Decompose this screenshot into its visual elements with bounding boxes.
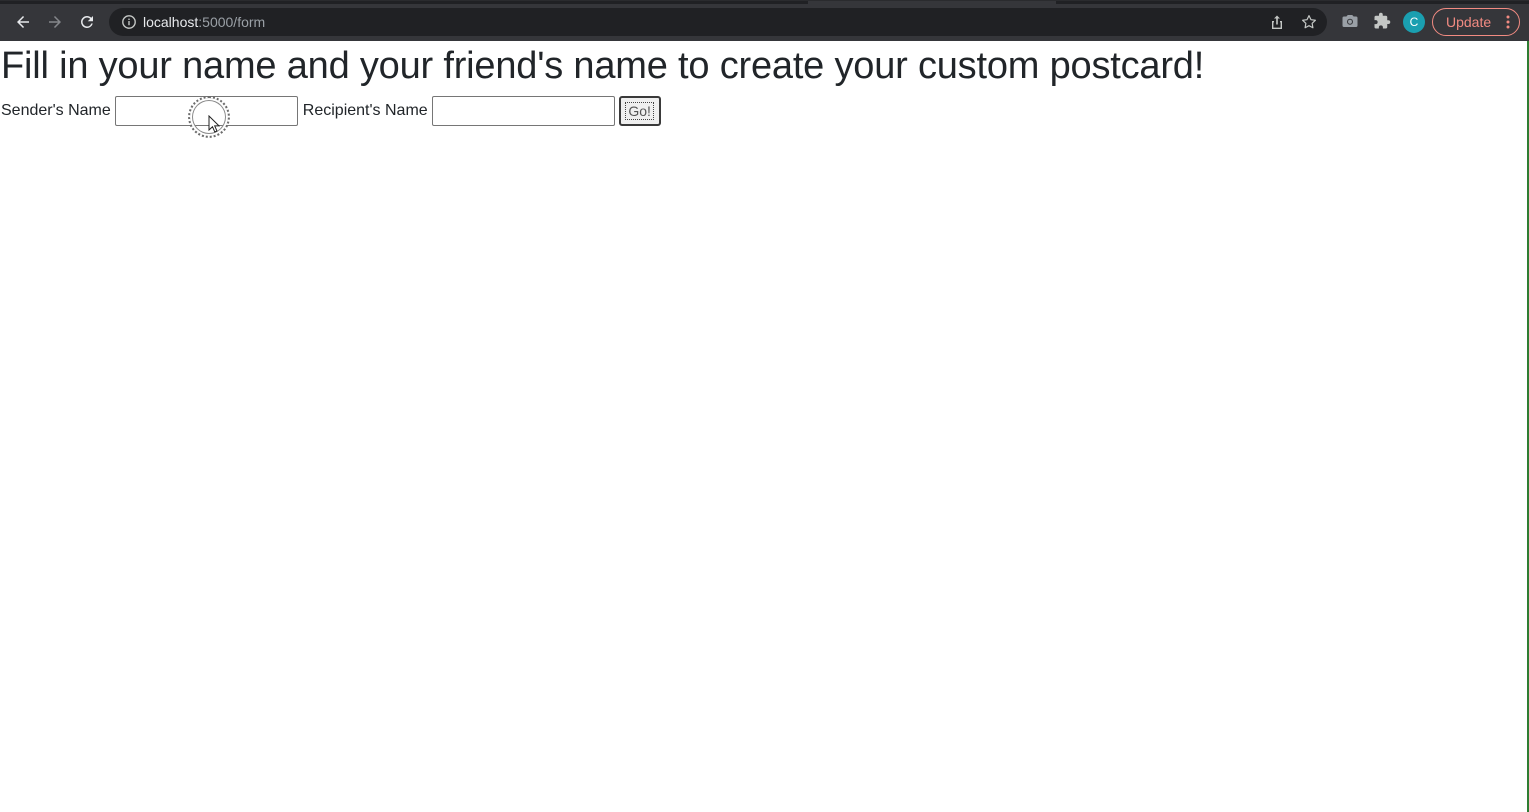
share-icon[interactable] <box>1269 14 1285 30</box>
sender-name-label: Sender's Name <box>1 102 111 119</box>
url-text[interactable]: localhost:5000/form <box>143 14 265 30</box>
update-button[interactable]: Update <box>1432 8 1520 36</box>
profile-avatar[interactable]: C <box>1403 11 1425 33</box>
reload-button[interactable] <box>71 6 103 38</box>
back-button[interactable] <box>7 6 39 38</box>
page-content: Fill in your name and your friend's name… <box>1 41 1527 812</box>
star-icon[interactable] <box>1300 13 1318 31</box>
info-icon[interactable] <box>121 14 137 30</box>
camera-icon[interactable] <box>1341 12 1359 30</box>
address-bar[interactable]: localhost:5000/form <box>109 8 1327 36</box>
postcard-form: Sender's Name Recipient's Name Go! <box>1 96 661 126</box>
recipient-name-input[interactable] <box>431 96 615 126</box>
page-title: Fill in your name and your friend's name… <box>1 45 1205 87</box>
url-path: :5000/form <box>198 14 266 30</box>
extensions-puzzle-icon[interactable] <box>1373 12 1391 30</box>
update-label: Update <box>1446 14 1492 30</box>
mouse-pointer-icon <box>208 115 220 133</box>
active-tab-edge[interactable] <box>808 1 1056 4</box>
arrow-left-icon <box>17 16 29 28</box>
go-button-label: Go! <box>625 102 654 120</box>
forward-button[interactable] <box>39 6 71 38</box>
browser-toolbar: localhost:5000/form C Update <box>0 0 1529 41</box>
kebab-menu-icon <box>1506 15 1510 29</box>
go-button[interactable]: Go! <box>618 96 661 126</box>
arrow-right-icon <box>49 16 61 28</box>
tab-strip <box>0 1 1529 4</box>
url-host: localhost <box>143 14 199 30</box>
recipient-name-label: Recipient's Name <box>302 102 428 119</box>
reload-icon <box>80 15 93 28</box>
